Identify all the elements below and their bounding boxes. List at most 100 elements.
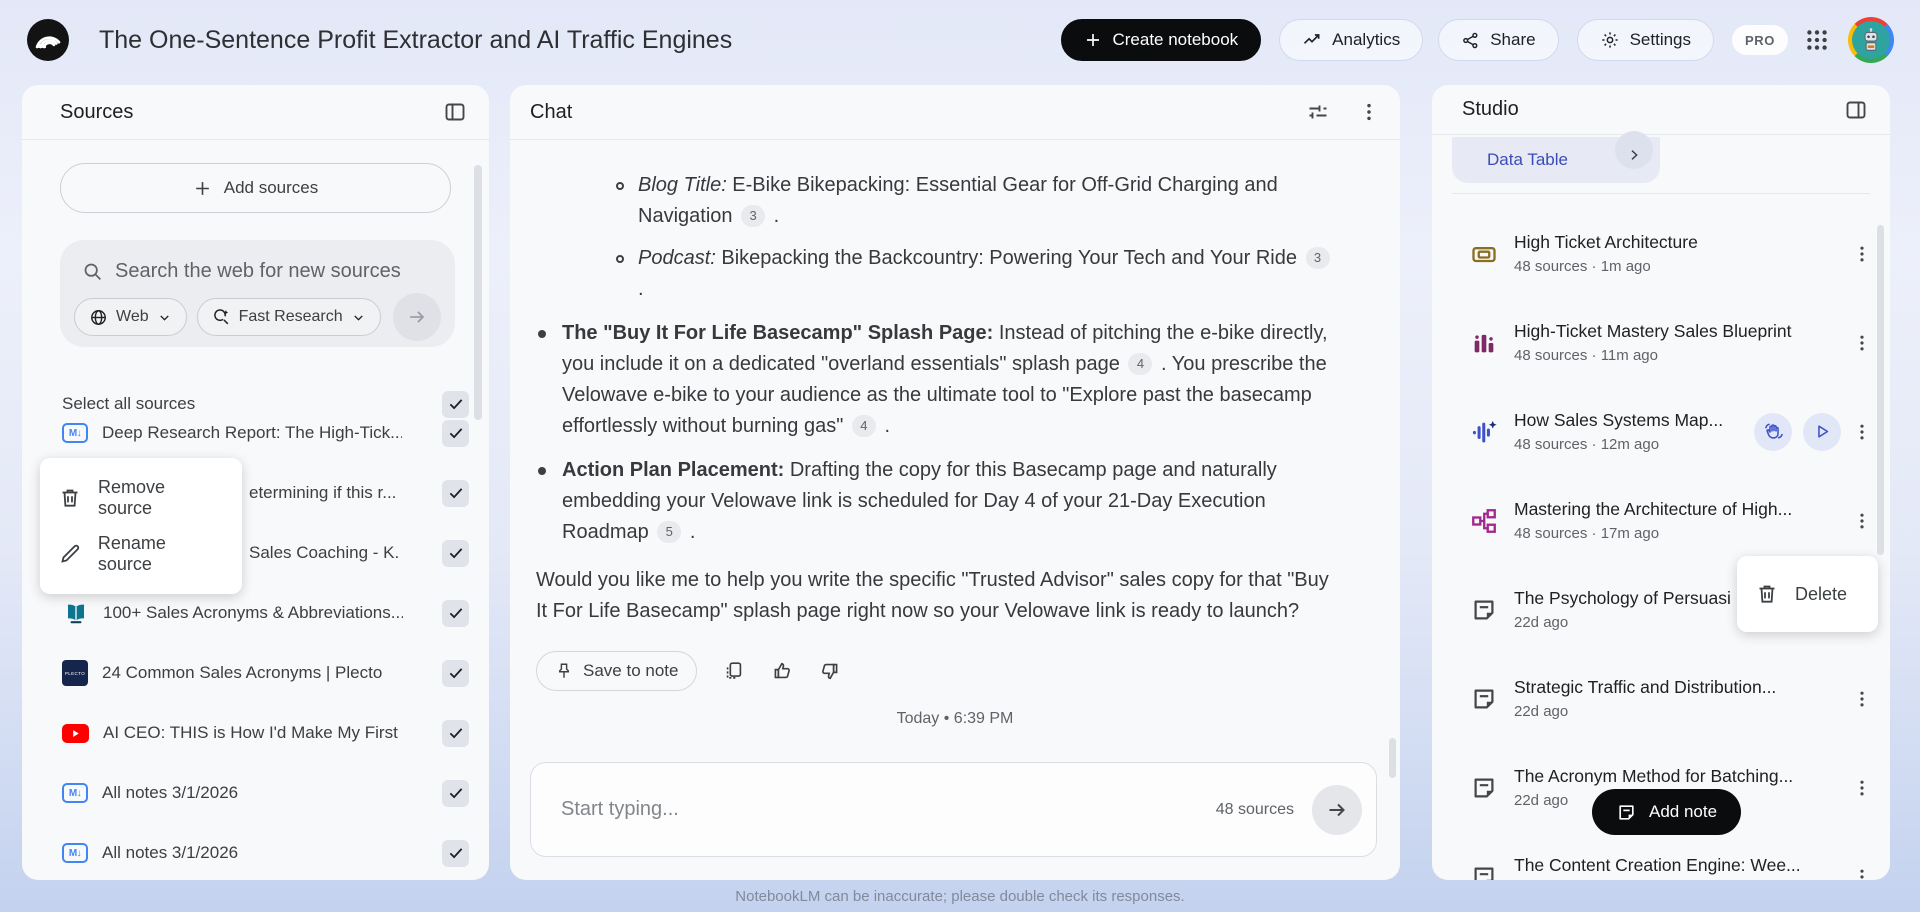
sidebar-collapse-icon: [1846, 101, 1866, 118]
remove-source-menu-item[interactable]: Remove source: [40, 470, 242, 526]
source-row[interactable]: M↓ All notes 3/1/2026: [22, 823, 489, 880]
source-row[interactable]: PLECTO 24 Common Sales Acronyms | Plecto: [22, 643, 489, 703]
kebab-menu-icon: [1860, 335, 1864, 350]
source-count-label: 48 sources: [1215, 800, 1294, 818]
copy-icon: [727, 662, 742, 679]
source-checkbox[interactable]: [442, 479, 469, 507]
studio-item-menu-button[interactable]: [1852, 689, 1872, 709]
citation-chip[interactable]: 4: [851, 414, 876, 437]
play-icon: [1817, 425, 1828, 438]
note-icon: [1619, 804, 1634, 820]
studio-item[interactable]: The Content Creation Engine: Wee...22d a…: [1432, 832, 1890, 880]
chat-panel: Chat Blog Title: E-Bike Bikepacking: Ess…: [510, 85, 1400, 880]
studio-item-menu-button[interactable]: [1852, 867, 1872, 881]
search-input[interactable]: [115, 260, 435, 283]
trending-up-icon: [1304, 34, 1320, 44]
report-chart-icon: [1474, 334, 1494, 352]
source-row[interactable]: AI CEO: THIS is How I'd Make My First ..…: [22, 703, 489, 763]
interactive-mode-button[interactable]: [1754, 412, 1792, 451]
citation-chip[interactable]: 3: [1305, 246, 1330, 269]
studio-item-menu-button[interactable]: [1852, 422, 1872, 442]
note-icon: [1474, 777, 1494, 798]
save-to-note-button[interactable]: Save to note: [536, 651, 698, 691]
rename-source-menu-item[interactable]: Rename source: [40, 526, 242, 582]
chat-settings-button[interactable]: [1306, 100, 1330, 124]
chat-input[interactable]: [561, 798, 1216, 821]
play-audio-button[interactable]: [1803, 412, 1841, 451]
kebab-menu-icon: [1860, 424, 1864, 439]
source-context-menu: Remove source Rename source: [40, 458, 242, 594]
source-checkbox[interactable]: [442, 779, 469, 807]
web-search-card: Web Fast Research: [60, 240, 455, 347]
studio-item[interactable]: High Ticket Architecture 48 sources · 1m …: [1432, 209, 1890, 298]
source-checkbox[interactable]: [442, 719, 469, 747]
studio-item[interactable]: Strategic Traffic and Distribution... 22d…: [1432, 654, 1890, 743]
thumbs-down-button[interactable]: [819, 660, 841, 682]
arrow-right-icon: [410, 311, 425, 323]
sources-panel-title: Sources: [60, 100, 134, 123]
chat-panel-title: Chat: [530, 100, 573, 123]
citation-chip[interactable]: 5: [657, 520, 682, 543]
plus-icon: [1087, 34, 1100, 46]
citation-chip[interactable]: 3: [741, 204, 766, 227]
studio-item[interactable]: High-Ticket Mastery Sales Blueprint 48 so…: [1432, 298, 1890, 387]
source-checkbox[interactable]: [442, 419, 469, 447]
studio-item-menu-button[interactable]: [1852, 778, 1872, 798]
notebooklm-logo-icon[interactable]: [27, 19, 69, 61]
source-checkbox[interactable]: [442, 839, 469, 867]
source-checkbox[interactable]: [442, 659, 469, 687]
source-checkbox[interactable]: [442, 539, 469, 567]
source-row[interactable]: M↓ All notes 3/1/2026: [22, 763, 489, 823]
studio-item-menu-button[interactable]: [1852, 511, 1872, 531]
markdown-source-icon: M↓: [62, 783, 88, 803]
settings-button[interactable]: Settings: [1576, 19, 1715, 61]
interactive-mode-icon: [1765, 423, 1783, 439]
date-divider: Today • 6:39 PM: [896, 710, 1014, 727]
research-sparkle-search-icon: [213, 308, 228, 324]
carousel-next-button[interactable]: [1615, 131, 1653, 169]
send-button[interactable]: [1312, 784, 1362, 835]
collapse-sources-panel-button[interactable]: [443, 100, 467, 124]
copy-button[interactable]: [723, 660, 745, 682]
citation-chip[interactable]: 4: [1128, 352, 1153, 375]
studio-scrollbar[interactable]: [1877, 225, 1884, 555]
add-sources-button[interactable]: Add sources: [60, 163, 451, 213]
pin-icon: [559, 663, 569, 678]
studio-item[interactable]: How Sales Systems Map... 48 sources · 12m…: [1432, 387, 1890, 476]
studio-item-menu-button[interactable]: [1852, 333, 1872, 353]
avatar-robot-image: [1852, 21, 1890, 59]
web-filter-dropdown[interactable]: Web: [74, 298, 187, 336]
note-icon: [1474, 599, 1494, 620]
markdown-source-icon: M↓: [62, 843, 88, 863]
source-checkbox[interactable]: [442, 599, 469, 627]
collapse-studio-panel-button[interactable]: [1844, 98, 1868, 122]
delete-menu-item[interactable]: Delete: [1737, 564, 1878, 624]
add-note-button[interactable]: Add note: [1592, 789, 1742, 835]
create-notebook-button[interactable]: Create notebook: [1061, 19, 1262, 61]
studio-panel: Studio Data Table High Ticket Architectu…: [1432, 85, 1890, 880]
kebab-menu-icon: [1860, 691, 1864, 706]
sources-scrollbar[interactable]: [474, 165, 482, 420]
share-button[interactable]: Share: [1438, 19, 1559, 61]
search-icon: [84, 263, 101, 280]
avatar[interactable]: [1848, 17, 1894, 63]
note-icon: [1474, 866, 1494, 880]
chat-more-options-button[interactable]: [1358, 101, 1380, 123]
source-row[interactable]: M↓ Deep Research Report: The High-Tick..…: [22, 403, 489, 463]
apps-grid-icon[interactable]: [1804, 27, 1830, 53]
analytics-button[interactable]: Analytics: [1279, 19, 1424, 61]
top-bar: The One-Sentence Profit Extractor and AI…: [0, 0, 1920, 80]
chevron-right-icon: [1631, 150, 1638, 160]
studio-item-menu-button[interactable]: [1852, 244, 1872, 264]
chat-input-box: 48 sources: [530, 762, 1377, 857]
studio-context-menu: Delete: [1737, 556, 1878, 632]
notebook-title[interactable]: The One-Sentence Profit Extractor and AI…: [99, 26, 732, 55]
kebab-menu-icon: [1860, 869, 1864, 879]
research-mode-dropdown[interactable]: Fast Research: [196, 298, 381, 336]
thumbs-up-button[interactable]: [771, 660, 793, 682]
data-table-chip[interactable]: Data Table: [1452, 131, 1660, 183]
chat-scrollbar[interactable]: [1389, 738, 1396, 778]
disclaimer-text: NotebookLM can be inaccurate; please dou…: [735, 888, 1185, 905]
search-submit-button[interactable]: [393, 293, 441, 341]
studio-item[interactable]: Mastering the Architecture of High... 48 …: [1432, 476, 1890, 565]
